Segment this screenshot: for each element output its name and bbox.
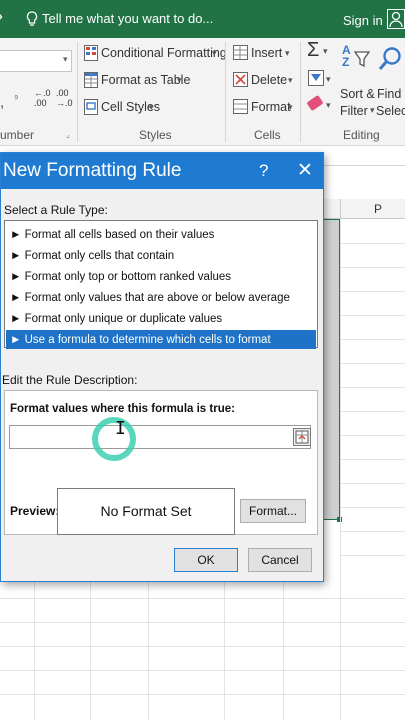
sign-in-link[interactable]: Sign in bbox=[343, 13, 383, 28]
sort-az-icon: AZ bbox=[342, 43, 351, 69]
chevron-down-icon: ▾ bbox=[149, 102, 154, 112]
filter-label: Filter bbox=[340, 104, 368, 118]
group-separator bbox=[225, 42, 226, 142]
editing-group-label: Editing bbox=[343, 128, 380, 142]
share-person-icon[interactable] bbox=[387, 9, 405, 29]
column-header-p[interactable]: P bbox=[374, 202, 382, 216]
rule-type-list[interactable]: ► Format all cells based on their values… bbox=[4, 220, 318, 349]
text-cursor-icon: I bbox=[115, 418, 126, 439]
excel-title-bar: › Tell me what you want to do... Sign in bbox=[0, 0, 405, 38]
decrease-decimal-icon[interactable]: .00 →.0 bbox=[56, 88, 76, 112]
comma-style-icon[interactable]: , bbox=[0, 94, 4, 111]
chevron-down-icon: ▾ bbox=[326, 100, 331, 110]
rule-type-item[interactable]: ► Format only unique or duplicate values bbox=[6, 309, 316, 329]
ribbon-home: ▾ , ⁹ ←.0.00 .00 →.0 umber ⌟ Conditional … bbox=[0, 38, 405, 146]
new-formatting-rule-dialog: New Formatting Rule ? ✕ Select a Rule Ty… bbox=[0, 152, 324, 582]
table-icon bbox=[84, 72, 98, 88]
insert-cells-icon bbox=[233, 45, 248, 60]
format-button[interactable]: Format... bbox=[240, 499, 306, 523]
find-select-button[interactable]: Find & Select bbox=[376, 44, 405, 118]
rule-type-item-selected[interactable]: ► Use a formula to determine which cells… bbox=[6, 330, 316, 349]
collapse-dialog-icon[interactable] bbox=[293, 428, 311, 446]
rule-type-item[interactable]: ► Format only cells that contain bbox=[6, 246, 316, 266]
increase-decimal-icon[interactable]: ←.0.00 bbox=[34, 88, 54, 112]
magnifier-icon bbox=[378, 47, 401, 70]
chevron-down-icon: ▾ bbox=[370, 105, 375, 115]
group-separator bbox=[300, 42, 301, 142]
chevron-down-icon: ▾ bbox=[177, 75, 182, 85]
rule-type-item[interactable]: ► Format all cells based on their values bbox=[6, 225, 316, 245]
close-icon[interactable]: ✕ bbox=[297, 159, 313, 182]
column-headers bbox=[322, 199, 405, 219]
format-label: Format bbox=[251, 100, 291, 114]
eraser-icon[interactable] bbox=[306, 94, 324, 112]
separator-icon: ⁹ bbox=[14, 94, 19, 105]
dialog-launcher-icon[interactable]: ⌟ bbox=[66, 130, 70, 139]
chevron-down-icon: ▾ bbox=[285, 48, 290, 58]
format-cells-icon bbox=[233, 99, 248, 114]
formula-label: Format values where this formula is true… bbox=[10, 403, 235, 415]
insert-label: Insert bbox=[251, 46, 283, 60]
chevron-down-icon: ▾ bbox=[323, 46, 328, 56]
preview-label: Preview: bbox=[10, 504, 60, 518]
group-separator bbox=[77, 42, 78, 142]
rule-type-item[interactable]: ► Format only top or bottom ranked value… bbox=[6, 267, 316, 287]
delete-label: Delete bbox=[251, 73, 288, 87]
edit-rule-description-label: Edit the Rule Description: bbox=[2, 373, 138, 387]
select-rule-type-label: Select a Rule Type: bbox=[4, 203, 108, 217]
cells-group-label: Cells bbox=[254, 128, 281, 142]
formula-input[interactable] bbox=[9, 425, 311, 449]
help-icon[interactable]: ? bbox=[259, 161, 268, 181]
dialog-title-bar[interactable]: New Formatting Rule ? ✕ bbox=[1, 153, 323, 189]
preview-box: No Format Set bbox=[57, 488, 235, 535]
dialog-title: New Formatting Rule bbox=[3, 160, 182, 181]
sort-filter-button[interactable]: AZ Sort & Filter ▾ bbox=[340, 43, 375, 118]
find-label: Find & bbox=[377, 87, 405, 101]
chevron-down-icon: ▾ bbox=[212, 48, 217, 58]
ok-button[interactable]: OK bbox=[174, 548, 238, 572]
styles-group-label: Styles bbox=[139, 128, 172, 142]
column-header-divider bbox=[340, 199, 341, 219]
select-label: Select bbox=[376, 104, 405, 118]
chevron-down-icon: ▾ bbox=[288, 75, 293, 85]
chevron-down-icon: ▾ bbox=[326, 74, 331, 84]
fill-icon[interactable] bbox=[308, 70, 324, 86]
cell-styles-icon bbox=[84, 99, 98, 115]
cancel-button[interactable]: Cancel bbox=[248, 548, 312, 572]
rule-type-item[interactable]: ► Format only values that are above or b… bbox=[6, 288, 316, 308]
number-format-dropdown[interactable] bbox=[0, 50, 72, 72]
cursor-highlight-ring bbox=[92, 417, 136, 461]
autosum-icon[interactable]: Σ bbox=[307, 39, 319, 62]
preview-text: No Format Set bbox=[100, 503, 192, 519]
chevron-down-icon: ▾ bbox=[288, 102, 293, 112]
filter-funnel-icon bbox=[354, 51, 370, 68]
selected-range[interactable] bbox=[322, 219, 340, 520]
lightbulb-icon bbox=[26, 11, 38, 26]
conditional-formatting-label: Conditional Formatting bbox=[101, 46, 227, 60]
conditional-formatting-icon bbox=[84, 45, 98, 61]
sort-label: Sort & bbox=[340, 87, 375, 101]
number-group-label: umber bbox=[0, 128, 35, 142]
chevron-left-icon: › bbox=[0, 6, 3, 27]
delete-cells-icon bbox=[233, 72, 248, 87]
chevron-down-icon: ▾ bbox=[63, 54, 68, 64]
tell-me-search[interactable]: Tell me what you want to do... bbox=[42, 11, 213, 26]
